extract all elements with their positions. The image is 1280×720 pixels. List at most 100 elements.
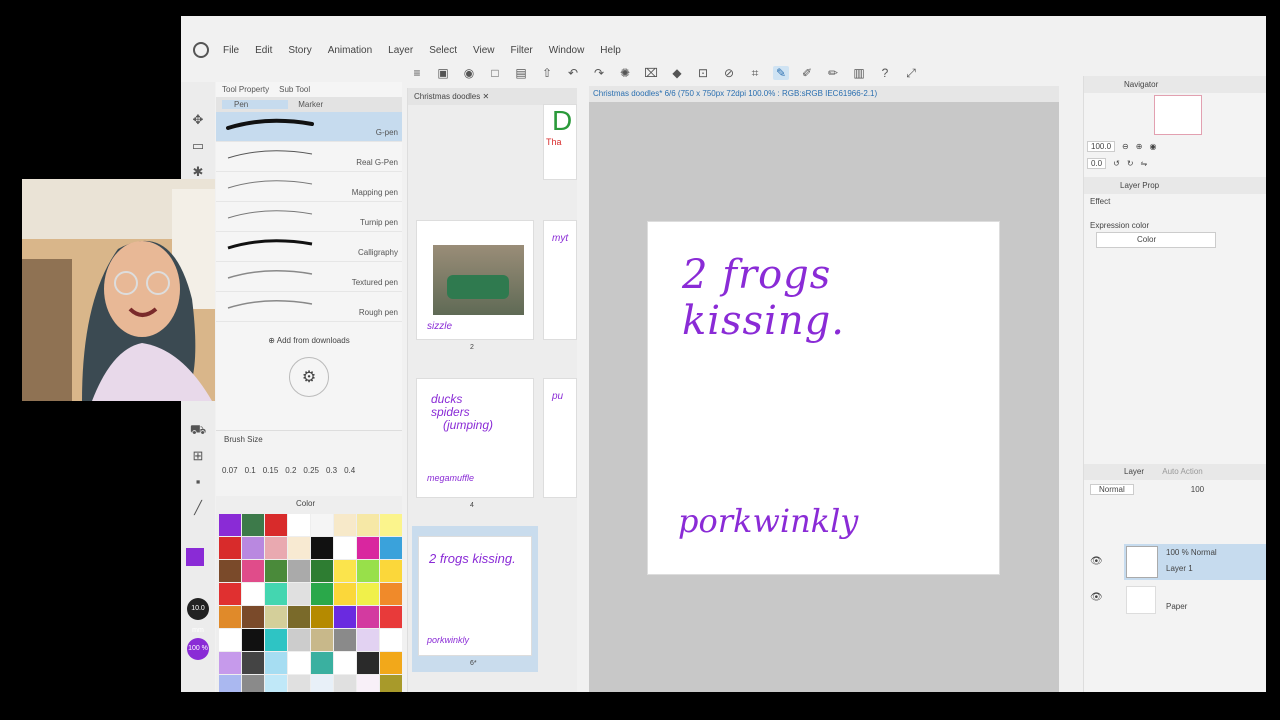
blend-mode-select[interactable]: Normal [1090,484,1134,495]
undo-icon[interactable]: ↶ [565,66,581,80]
zoom-field[interactable]: 100.0 [1087,141,1116,152]
palette-swatch[interactable] [311,606,333,628]
app-logo-icon[interactable] [193,42,209,58]
palette-swatch[interactable] [265,606,287,628]
palette-swatch[interactable] [357,514,379,536]
ruler-icon[interactable]: ▥ [851,66,867,80]
line-icon[interactable]: ╱ [189,500,207,516]
help-icon[interactable]: ? [877,66,893,80]
palette-swatch[interactable] [311,560,333,582]
page-thumbnail-1[interactable]: D Tha [543,104,577,180]
brush-size-option[interactable]: 0.07 [222,466,238,475]
palette-swatch[interactable] [265,560,287,582]
palette-swatch[interactable] [311,583,333,605]
page-thumbnail-2[interactable]: sizzle [416,220,534,340]
palette-swatch[interactable] [288,675,310,692]
close-icon[interactable]: ✕ [482,92,489,101]
pen-gpen[interactable]: G-pen [216,112,402,142]
palette-swatch[interactable] [334,629,356,651]
brush-tool-icon[interactable]: ✐ [799,66,815,80]
brush-size-option[interactable]: 0.25 [303,466,319,475]
palette-swatch[interactable] [357,583,379,605]
zoom-out-icon[interactable]: ⊖ [1122,142,1129,151]
brush-size-badge[interactable]: 10.0 mm [187,598,209,634]
pen-rough[interactable]: Rough pen [216,292,402,322]
brush-size-option[interactable]: 0.1 [245,466,256,475]
palette-swatch[interactable] [219,583,241,605]
magic-wand-icon[interactable]: ✱ [189,164,207,180]
palette-swatch[interactable] [357,629,379,651]
main-color-swatch[interactable] [186,548,204,566]
palette-swatch[interactable] [265,675,287,692]
record-icon[interactable]: ◉ [461,66,477,80]
menu-story[interactable]: Story [288,45,311,56]
palette-swatch[interactable] [242,606,264,628]
menu-layer[interactable]: Layer [388,45,413,56]
subtab-pen[interactable]: Pen [222,100,289,109]
rotate-right-icon[interactable]: ↻ [1127,159,1134,168]
palette-swatch[interactable] [311,629,333,651]
subtab-marker[interactable]: Marker [298,100,323,109]
palette-swatch[interactable] [242,652,264,674]
palette-swatch[interactable] [380,652,402,674]
marquee-icon[interactable]: ▭ [189,138,207,154]
palette-swatch[interactable] [242,560,264,582]
palette-swatch[interactable] [288,629,310,651]
palette-swatch[interactable] [380,629,402,651]
palette-swatch[interactable] [288,560,310,582]
layer-opacity-value[interactable]: 100 [1191,485,1204,494]
palette-swatch[interactable] [219,537,241,559]
menu-animation[interactable]: Animation [328,45,372,56]
menu-edit[interactable]: Edit [255,45,272,56]
palette-swatch[interactable] [242,675,264,692]
new-canvas-icon[interactable]: ▣ [435,66,451,80]
palette-swatch[interactable] [242,537,264,559]
fit-icon[interactable]: ◉ [1149,142,1156,151]
palette-swatch[interactable] [380,560,402,582]
flip-icon[interactable]: ⇋ [1141,159,1148,168]
palette-swatch[interactable] [265,537,287,559]
palette-swatch[interactable] [334,583,356,605]
pen-mapping[interactable]: Mapping pen [216,172,402,202]
palette-swatch[interactable] [334,606,356,628]
palette-swatch[interactable] [380,583,402,605]
palette-swatch[interactable] [334,514,356,536]
palette-swatch[interactable] [357,675,379,692]
page-thumbnail-3[interactable]: myt [543,220,577,340]
eye-icon[interactable]: 👁 [1090,556,1103,567]
menu-help[interactable]: Help [600,45,621,56]
palette-swatch[interactable] [311,514,333,536]
transform-icon[interactable]: ⊡ [695,66,711,80]
eye-icon[interactable]: 👁 [1090,592,1103,603]
save-icon[interactable]: ⇧ [539,66,555,80]
redo-icon[interactable]: ↷ [591,66,607,80]
palette-swatch[interactable] [219,606,241,628]
tab-tool-property[interactable]: Tool Property [222,85,269,94]
palette-swatch[interactable] [288,583,310,605]
palette-swatch[interactable] [288,537,310,559]
move-icon[interactable]: ✥ [189,112,207,128]
pen-turnip[interactable]: Turnip pen [216,202,402,232]
fill-icon[interactable]: ◆ [669,66,685,80]
layer-row-selected[interactable]: 100 % Normal Layer 1 [1124,544,1266,580]
page-manager-tab[interactable]: Christmas doodles ✕ [408,88,577,105]
fill-bucket-icon[interactable]: ⛟ [189,422,207,438]
grid-icon[interactable]: ⊞ [189,448,207,464]
palette-swatch[interactable] [380,606,402,628]
palette-swatch[interactable] [311,675,333,692]
expression-color-select[interactable]: Color [1096,232,1216,248]
palette-swatch[interactable] [334,675,356,692]
palette-swatch[interactable] [357,560,379,582]
rotate-left-icon[interactable]: ↺ [1113,159,1120,168]
page-thumbnail-5[interactable]: pu [543,378,577,498]
palette-swatch[interactable] [265,583,287,605]
palette-swatch[interactable] [242,514,264,536]
menu-view[interactable]: View [473,45,495,56]
menu-select[interactable]: Select [429,45,457,56]
palette-swatch[interactable] [380,675,402,692]
page-thumbnail-6[interactable]: 2 frogs kissing. porkwinkly [418,536,532,656]
palette-swatch[interactable] [380,514,402,536]
palette-swatch[interactable] [288,652,310,674]
pen-textured[interactable]: Textured pen [216,262,402,292]
palette-swatch[interactable] [288,606,310,628]
